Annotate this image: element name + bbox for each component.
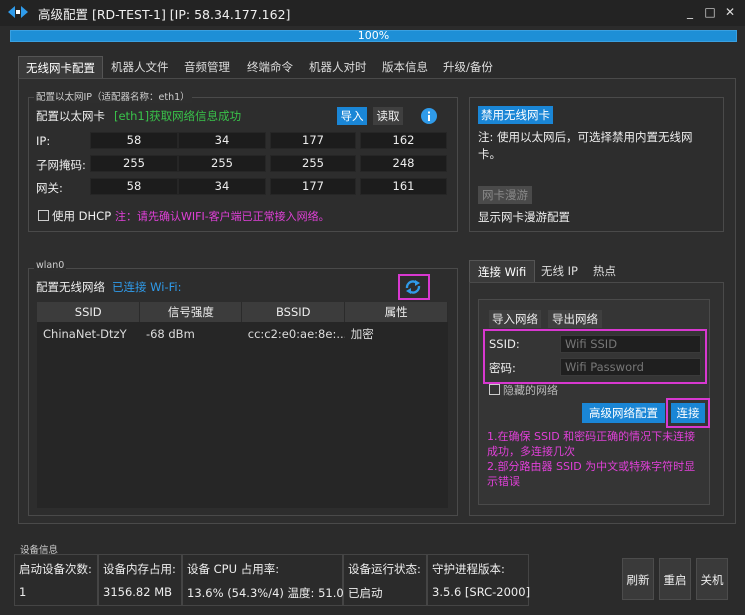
status-value: 已启动 bbox=[348, 586, 383, 600]
roam-button[interactable]: 网卡漫游 bbox=[478, 186, 532, 204]
boot-count-value: 1 bbox=[19, 585, 27, 599]
advanced-network-button[interactable]: 高级网络配置 bbox=[582, 403, 665, 423]
tab-version[interactable]: 版本信息 bbox=[382, 56, 428, 78]
tab-connect-wifi[interactable]: 连接 Wifi bbox=[469, 260, 536, 282]
netmask-octet-4[interactable]: 248 bbox=[360, 155, 447, 172]
cpu-value: 13.6% (54.3%/4) 温度: 51.0° bbox=[187, 586, 350, 600]
tab-robot-files[interactable]: 机器人文件 bbox=[111, 56, 169, 78]
device-cell-status: 设备运行状态: 已启动 bbox=[343, 554, 427, 606]
dhcp-label: 使用 DHCP bbox=[52, 209, 112, 223]
gateway-octet-3[interactable]: 177 bbox=[270, 178, 356, 195]
refresh-icon[interactable] bbox=[404, 279, 422, 295]
disable-wifi-note: 注: 使用以太网后，可选择禁用内置无线网卡。 bbox=[478, 130, 693, 161]
ip-label: IP: bbox=[36, 134, 51, 148]
ip-octet-3[interactable]: 177 bbox=[270, 132, 356, 149]
cpu-header: 设备 CPU 占用率: bbox=[187, 562, 280, 576]
col-attr[interactable]: 属性 bbox=[344, 302, 448, 322]
ip-octet-4[interactable]: 162 bbox=[360, 132, 447, 149]
cell-bssid: cc:c2:e0:ae:8e:... bbox=[247, 327, 345, 341]
netmask-octet-2[interactable]: 255 bbox=[178, 155, 266, 172]
refresh-button[interactable]: 刷新 bbox=[622, 558, 654, 600]
device-cell-cpu: 设备 CPU 占用率: 13.6% (54.3%/4) 温度: 51.0° bbox=[182, 554, 349, 606]
hidden-network-checkbox[interactable] bbox=[489, 384, 500, 395]
restart-button[interactable]: 重启 bbox=[659, 558, 691, 600]
tab-audio[interactable]: 音频管理 bbox=[184, 56, 230, 78]
disable-wifi-button[interactable]: 禁用无线网卡 bbox=[478, 106, 553, 124]
export-network-button[interactable]: 导出网络 bbox=[548, 310, 602, 328]
ip-octet-2[interactable]: 34 bbox=[178, 132, 266, 149]
cell-attr: 加密 bbox=[350, 327, 374, 341]
memory-value: 3156.82 MB bbox=[103, 585, 173, 599]
app-logo-icon bbox=[8, 6, 28, 18]
progress-text: 100% bbox=[357, 29, 390, 42]
eth-section-label: 配置以太网卡 bbox=[36, 109, 105, 123]
gateway-octet-2[interactable]: 34 bbox=[178, 178, 266, 195]
eth-group-title: 配置以太网IP（适配器名称：eth1） bbox=[34, 89, 192, 103]
wlan-group-title: wlan0 bbox=[34, 260, 67, 271]
daemon-header: 守护进程版本: bbox=[432, 562, 505, 576]
roam-label: 显示网卡漫游配置 bbox=[478, 210, 570, 224]
eth-status: [eth1]获取网络信息成功 bbox=[114, 109, 242, 123]
gateway-octet-1[interactable]: 58 bbox=[90, 178, 178, 195]
password-label: 密码: bbox=[489, 361, 516, 375]
shutdown-button[interactable]: 关机 bbox=[696, 558, 728, 600]
device-cell-memory: 设备内存占用: 3156.82 MB bbox=[98, 554, 182, 606]
netmask-label: 子网掩码: bbox=[36, 158, 86, 172]
col-ssid[interactable]: SSID bbox=[37, 302, 141, 322]
info-icon[interactable] bbox=[421, 108, 437, 124]
col-signal[interactable]: 信号强度 bbox=[139, 302, 243, 322]
device-cell-boot-count: 启动设备次数: 1 bbox=[14, 554, 98, 606]
netmask-octet-3[interactable]: 255 bbox=[270, 155, 356, 172]
eth-import-button[interactable]: 导入 bbox=[337, 107, 367, 125]
table-row[interactable]: ChinaNet-DtzY -68 dBm cc:c2:e0:ae:8e:...… bbox=[37, 322, 448, 346]
ip-octet-1[interactable]: 58 bbox=[90, 132, 178, 149]
gateway-label: 网关: bbox=[36, 181, 63, 195]
eth-read-button[interactable]: 读取 bbox=[373, 107, 403, 125]
tab-wireless-ip[interactable]: 无线 IP bbox=[541, 260, 578, 282]
ssid-label: SSID: bbox=[489, 337, 520, 351]
dhcp-checkbox[interactable] bbox=[38, 210, 49, 221]
close-button[interactable]: ✕ bbox=[721, 3, 739, 21]
wifi-table-header: SSID 信号强度 BSSID 属性 bbox=[37, 302, 448, 322]
wifi-table: SSID 信号强度 BSSID 属性 ChinaNet-DtzY -68 dBm… bbox=[37, 302, 448, 346]
cell-signal: -68 dBm bbox=[145, 327, 195, 341]
password-input[interactable]: Wifi Password bbox=[560, 358, 701, 376]
connect-button[interactable]: 连接 bbox=[671, 403, 705, 423]
memory-header: 设备内存占用: bbox=[103, 562, 176, 576]
ssid-input[interactable]: Wifi SSID bbox=[560, 335, 701, 353]
window-title: 高级配置 [RD-TEST-1] [IP: 58.34.177.162] bbox=[38, 7, 291, 22]
tip-2: 2.部分路由器 SSID 为中文或特殊字符时显示错误 bbox=[487, 460, 696, 488]
tab-time-sync[interactable]: 机器人对时 bbox=[309, 56, 367, 78]
hidden-network-label: 隐藏的网络 bbox=[503, 384, 558, 397]
daemon-value: 3.5.6 [SRC-2000] bbox=[432, 585, 531, 599]
boot-count-header: 启动设备次数: bbox=[19, 562, 92, 576]
cell-ssid: ChinaNet-DtzY bbox=[43, 327, 127, 341]
maximize-button[interactable]: □ bbox=[701, 3, 719, 21]
device-cell-daemon: 守护进程版本: 3.5.6 [SRC-2000] bbox=[427, 554, 531, 606]
import-network-button[interactable]: 导入网络 bbox=[489, 310, 541, 328]
tab-upgrade[interactable]: 升级/备份 bbox=[443, 56, 493, 78]
tab-wifi-config[interactable]: 无线网卡配置 bbox=[18, 56, 103, 78]
tab-hotspot[interactable]: 热点 bbox=[593, 260, 616, 282]
minimize-button[interactable]: _ bbox=[681, 3, 699, 21]
wlan-connected: 已连接 Wi-Fi: bbox=[112, 280, 182, 294]
col-bssid[interactable]: BSSID bbox=[241, 302, 346, 322]
status-header: 设备运行状态: bbox=[348, 562, 421, 576]
gateway-octet-4[interactable]: 161 bbox=[360, 178, 447, 195]
tip-1: 1.在确保 SSID 和密码正确的情况下未连接成功，多连接几次 bbox=[487, 430, 696, 458]
tab-terminal[interactable]: 终端命令 bbox=[247, 56, 293, 78]
dhcp-note: 注：请先确认WIFI-客户端已正常接入网络。 bbox=[115, 210, 330, 223]
wlan-section-label: 配置无线网络 bbox=[36, 280, 105, 294]
netmask-octet-1[interactable]: 255 bbox=[90, 155, 178, 172]
progress-bar: 100% bbox=[10, 30, 737, 42]
